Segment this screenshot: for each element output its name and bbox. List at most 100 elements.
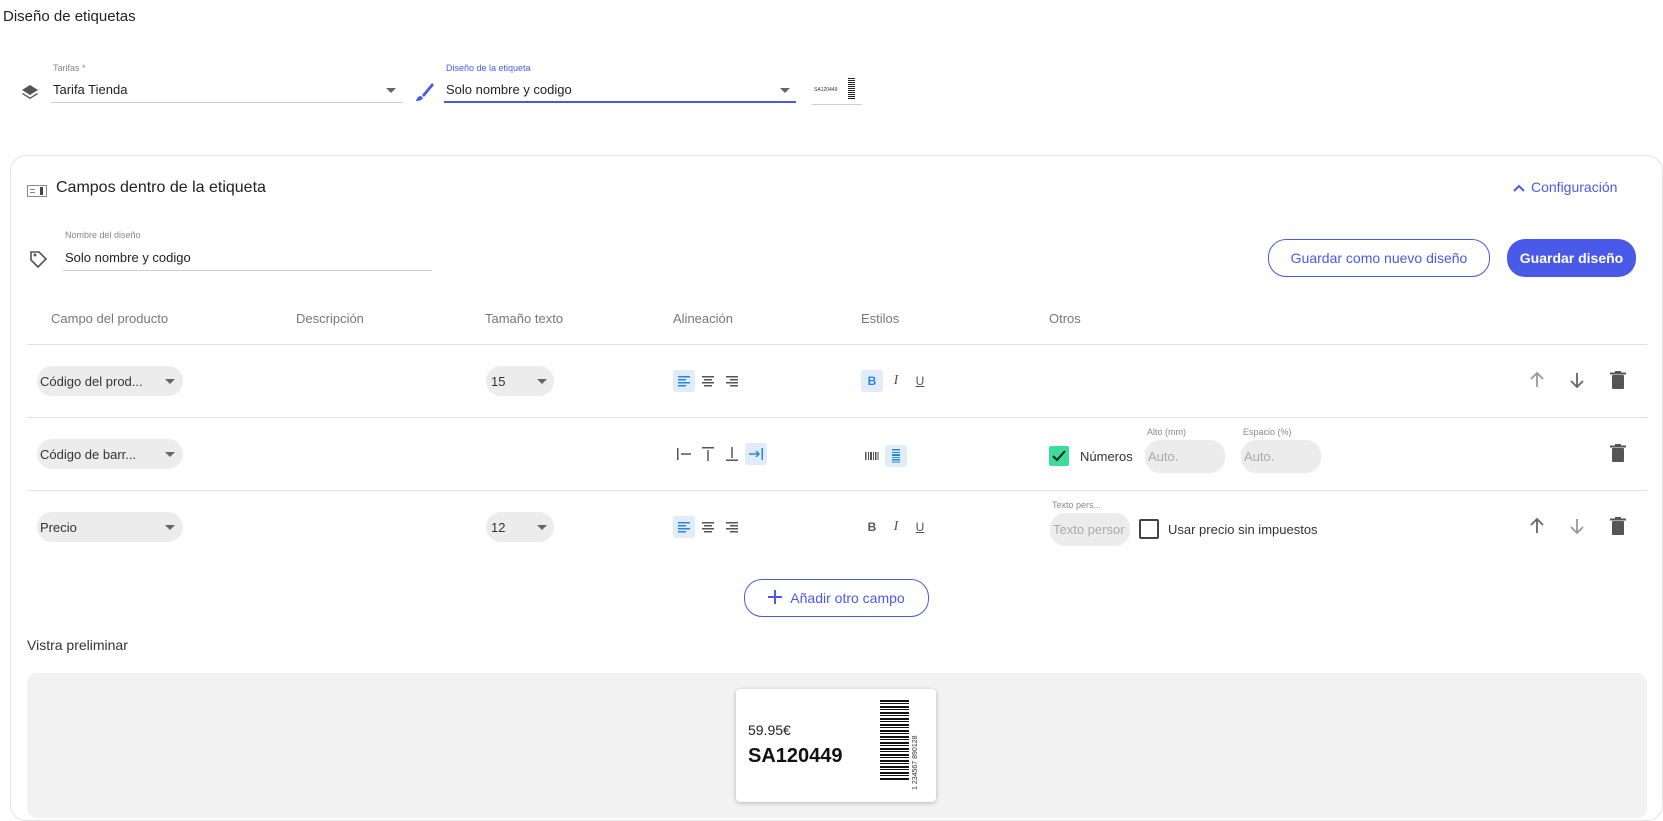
espacio-input[interactable]: Auto. [1241,440,1321,473]
texto-label: Texto pers... [1052,500,1102,510]
texto-placeholder: Texto persor [1053,522,1125,537]
barcode-orientation-group [861,445,907,467]
align-center-icon[interactable] [697,516,719,538]
chevron-down-icon [165,525,175,530]
add-field-button[interactable]: Añadir otro campo [744,579,929,617]
preview-price: 59.95€ [748,722,791,738]
move-down-icon[interactable] [1568,371,1586,394]
align-right-icon[interactable] [721,370,743,392]
save-as-new-button[interactable]: Guardar como nuevo diseño [1268,239,1490,277]
align-end-icon[interactable] [745,443,767,465]
product-field-select[interactable]: Código de barr... [37,439,183,469]
move-down-icon[interactable] [1568,517,1586,540]
chevron-down-icon [537,379,547,384]
alto-placeholder: Auto. [1148,449,1179,464]
divider [27,490,1647,491]
barcode-icon [848,78,855,100]
col-estilos: Estilos [861,311,900,326]
col-otros: Otros [1049,311,1081,326]
move-up-icon[interactable] [1528,371,1546,394]
espacio-placeholder: Auto. [1244,449,1275,464]
alignment-group [673,370,743,392]
col-tamano: Tamaño texto [485,311,564,326]
preview-title: Vistra preliminar [27,637,128,653]
label-preview: 59.95€ SA120449 1 234567 890128 [736,689,936,802]
tarifas-label: Tarifas * [53,63,86,73]
product-field-select[interactable]: Precio [37,512,183,542]
plus-icon [768,589,783,607]
label-icon [27,184,47,197]
bold-icon[interactable]: B [861,516,883,538]
diseno-select[interactable]: Solo nombre y codigo [444,77,796,103]
product-field-select[interactable]: Código del prod... [37,366,183,396]
numeros-label: Números [1080,449,1133,464]
barcode-vertical-icon[interactable] [885,445,907,467]
styles-group: B I U [861,516,931,538]
preview-barcode-digits: 1 234567 890128 [912,735,919,791]
tag-icon [29,249,49,269]
design-name-label: Nombre del diseño [65,230,141,240]
alto-label: Alto (mm) [1147,427,1186,437]
product-field-value: Código del prod... [40,373,143,389]
add-field-label: Añadir otro campo [790,590,905,606]
align-left-icon[interactable] [673,516,695,538]
preview-barcode [880,700,909,780]
numeros-checkbox[interactable] [1049,446,1069,466]
diseno-label: Diseño de la etiqueta [446,63,531,73]
align-top-icon[interactable] [697,443,719,465]
tarifas-select[interactable]: Tarifa Tienda [51,77,403,103]
align-left-icon[interactable] [673,370,695,392]
barcode-horizontal-icon[interactable] [861,445,883,467]
tarifas-value: Tarifa Tienda [53,82,128,97]
save-button[interactable]: Guardar diseño [1507,239,1636,277]
chevron-down-icon [780,88,790,93]
bold-icon[interactable]: B [861,370,883,392]
thumbnail-code: SA120449 [814,87,838,93]
brush-icon [413,80,435,104]
divider [27,344,1647,345]
configuracion-toggle[interactable]: Configuración [1513,179,1617,195]
col-alineacion: Alineación [673,311,733,326]
italic-icon[interactable]: I [885,370,907,392]
diseno-value: Solo nombre y codigo [446,81,572,97]
italic-icon[interactable]: I [885,516,907,538]
text-size-value: 12 [491,519,506,535]
divider [27,417,1647,418]
delete-icon[interactable] [1610,517,1626,540]
preview-code: SA120449 [748,745,843,767]
chevron-down-icon [537,525,547,530]
check-icon [1052,450,1066,462]
espacio-label: Espacio (%) [1243,427,1292,437]
align-start-icon[interactable] [673,443,695,465]
layers-icon [20,82,40,102]
delete-icon[interactable] [1610,371,1626,394]
chevron-down-icon [165,452,175,457]
product-field-value: Precio [40,519,77,535]
alignment-group [673,516,743,538]
align-bottom-icon[interactable] [721,443,743,465]
chevron-down-icon [165,379,175,384]
sin-impuestos-label: Usar precio sin impuestos [1168,522,1318,537]
barcode-position-group [673,443,767,465]
design-name-value: Solo nombre y codigo [65,250,191,265]
sin-impuestos-checkbox[interactable] [1139,519,1159,539]
col-descripcion: Descripción [296,311,364,326]
styles-group: B I U [861,370,931,392]
move-up-icon[interactable] [1528,517,1546,540]
delete-icon[interactable] [1610,444,1626,467]
product-field-value: Código de barr... [40,446,137,462]
texto-input[interactable]: Texto persor [1050,513,1130,546]
page-title: Diseño de etiquetas [3,8,136,25]
alto-input[interactable]: Auto. [1145,440,1225,473]
align-center-icon[interactable] [697,370,719,392]
card-title: Campos dentro de la etiqueta [56,179,266,196]
underline-icon[interactable]: U [909,370,931,392]
chevron-down-icon [386,88,396,93]
chevron-up-icon [1513,179,1525,195]
design-name-input[interactable]: Solo nombre y codigo [63,245,432,271]
text-size-value: 15 [491,373,506,389]
align-right-icon[interactable] [721,516,743,538]
label-thumbnail[interactable]: SA120449 [812,76,862,105]
configuracion-label: Configuración [1531,179,1618,195]
underline-icon[interactable]: U [909,516,931,538]
